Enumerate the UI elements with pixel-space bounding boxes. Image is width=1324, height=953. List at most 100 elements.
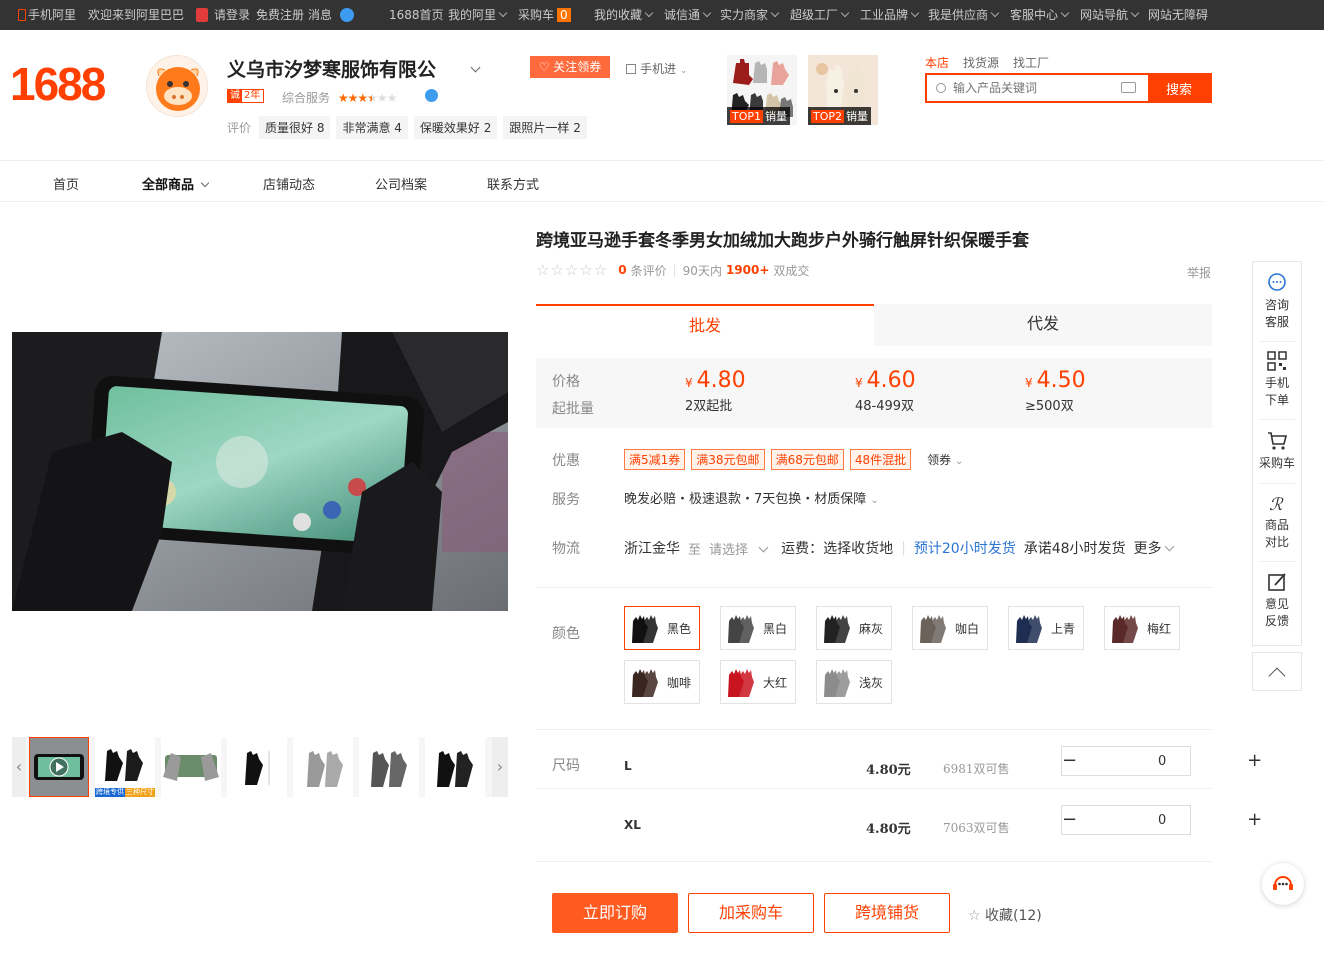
accessible-link[interactable]: 网站无障碍: [1148, 8, 1208, 22]
chat-float-button[interactable]: [1262, 863, 1304, 905]
nav-news[interactable]: 店铺动态: [263, 174, 315, 193]
follow-coupon-button[interactable]: ♡ 关注领券: [530, 56, 610, 78]
service-center-menu[interactable]: 客服中心: [1010, 8, 1068, 22]
mobile-ali-link[interactable]: 手机阿里: [18, 8, 76, 22]
report-link[interactable]: 举报: [1187, 264, 1211, 281]
plus-icon[interactable]: +: [1247, 806, 1262, 834]
search-tab-shop[interactable]: 本店: [925, 54, 949, 71]
destination-label: 请选择: [709, 542, 749, 558]
coupon-tag[interactable]: 满38元包邮: [691, 449, 765, 470]
next-arrow-icon[interactable]: ›: [492, 737, 508, 797]
plus-icon[interactable]: +: [1247, 747, 1262, 775]
sidebar-feedback[interactable]: 意见 反馈: [1253, 571, 1301, 630]
thumbnail[interactable]: 跨境专供 三种尺寸: [95, 737, 155, 797]
more-dropdown[interactable]: 更多: [1134, 538, 1175, 558]
thumbnail-video[interactable]: [29, 737, 89, 797]
tier-qty: ≥500双: [1025, 399, 1074, 414]
size-stock: 7063双可售: [943, 821, 1010, 835]
empty-stars-icon: ☆☆☆☆☆: [536, 261, 609, 279]
search-input[interactable]: [927, 75, 1148, 101]
verified-icon: [425, 89, 438, 102]
color-option[interactable]: 咖啡: [624, 660, 700, 704]
destination-select[interactable]: 请选择: [709, 539, 769, 558]
review-tag[interactable]: 保暖效果好 2: [413, 116, 498, 139]
cart-label: 采购车: [518, 8, 555, 22]
thumbnail[interactable]: [359, 737, 419, 797]
thumbnail[interactable]: [293, 737, 353, 797]
color-option[interactable]: 梅红: [1104, 606, 1180, 650]
tab-wholesale[interactable]: 批发: [536, 304, 874, 346]
favorites-menu[interactable]: 我的收藏: [594, 8, 652, 22]
review-tag[interactable]: 跟照片一样 2: [503, 116, 587, 139]
search-tab-factory[interactable]: 找工厂: [1013, 54, 1049, 71]
color-option[interactable]: 黑白: [720, 606, 796, 650]
phone-icon: [18, 9, 26, 21]
review-tag[interactable]: 质量很好 8: [259, 116, 331, 139]
divider: [1259, 561, 1295, 562]
main-product-image[interactable]: [12, 332, 508, 611]
color-option[interactable]: 麻灰: [816, 606, 892, 650]
login-link[interactable]: 请登录: [214, 8, 250, 22]
quantity-input[interactable]: [1077, 753, 1248, 769]
service-guarantees[interactable]: 晚发必赔・极速退款・7天包换・材质保障 ⌄: [624, 488, 879, 507]
my-ali-menu[interactable]: 我的阿里: [448, 8, 506, 22]
shop-name[interactable]: 义乌市汐梦寒服饰有限公: [227, 55, 481, 82]
sidebar-cart[interactable]: 采购车: [1253, 430, 1301, 472]
nav-all-products[interactable]: 全部商品: [142, 174, 210, 193]
color-option[interactable]: 上青: [1008, 606, 1084, 650]
sidebar-consult[interactable]: 咨询 客服: [1253, 272, 1301, 331]
cart-link[interactable]: 采购车 0: [518, 8, 571, 22]
site-nav-menu[interactable]: 网站导航: [1080, 8, 1138, 22]
minus-icon[interactable]: −: [1062, 806, 1077, 834]
coupon-tag[interactable]: 满5减1券: [624, 449, 686, 470]
camera-icon[interactable]: [1121, 82, 1136, 93]
color-option[interactable]: 咖白: [912, 606, 988, 650]
top2-product[interactable]: TOP2 销量: [808, 55, 878, 125]
divider: [536, 788, 1212, 789]
nav-home[interactable]: 首页: [53, 174, 79, 193]
color-name: 咖啡: [667, 675, 692, 690]
search-tab-source[interactable]: 找货源: [963, 54, 999, 71]
search-button[interactable]: 搜索: [1148, 75, 1210, 101]
back-to-top-button[interactable]: [1252, 652, 1302, 691]
tab-dropship[interactable]: 代发: [874, 304, 1212, 346]
industrial-brand-menu[interactable]: 工业品牌: [860, 8, 918, 22]
super-factory-menu[interactable]: 超级工厂: [790, 8, 848, 22]
nav-company[interactable]: 公司档案: [375, 174, 427, 193]
prev-arrow-icon[interactable]: ‹: [12, 737, 26, 797]
minus-icon[interactable]: −: [1062, 747, 1077, 775]
sidebar-mobile-order[interactable]: 手机 下单: [1253, 350, 1301, 409]
chevron-up-icon: [1268, 667, 1286, 685]
thumbnail[interactable]: [227, 737, 287, 797]
register-link[interactable]: 免费注册: [256, 8, 304, 22]
thumbnail[interactable]: [425, 737, 485, 797]
color-option[interactable]: 浅灰: [816, 660, 892, 704]
messages-link[interactable]: 消息: [308, 8, 332, 22]
buy-now-button[interactable]: 立即订购: [552, 893, 678, 933]
favorite-label: 收藏(12): [985, 908, 1042, 924]
supplier-menu[interactable]: 我是供应商: [928, 8, 998, 22]
home-link[interactable]: 1688首页: [389, 8, 444, 22]
coupon-tag[interactable]: 48件混批: [849, 449, 912, 470]
color-option[interactable]: 大红: [720, 660, 796, 704]
trust-menu[interactable]: 诚信通: [664, 8, 710, 22]
favorite-button[interactable]: ☆ 收藏(12): [968, 905, 1042, 925]
qrcode-icon: [626, 64, 636, 74]
get-coupon-dropdown[interactable]: 领券 ⌄: [927, 451, 963, 468]
logo[interactable]: 1688: [10, 58, 106, 110]
power-merchant-menu[interactable]: 实力商家: [720, 8, 778, 22]
quantity-input[interactable]: [1077, 812, 1248, 828]
review-tag[interactable]: 非常满意 4: [336, 116, 408, 139]
color-option[interactable]: 黑色: [624, 606, 700, 650]
nav-contact[interactable]: 联系方式: [487, 174, 539, 193]
add-to-cart-button[interactable]: 加采购车: [688, 893, 814, 933]
top1-product[interactable]: TOP1 销量: [727, 55, 797, 125]
coupon-tag[interactable]: 满68元包邮: [770, 449, 844, 470]
review-label[interactable]: 条评价: [631, 262, 667, 279]
mobile-enter[interactable]: 手机进 ⌄: [626, 60, 687, 77]
glove-icon: [632, 615, 658, 643]
sidebar-compare[interactable]: ℛ 商品 对比: [1253, 492, 1301, 551]
cross-border-button[interactable]: 跨境铺货: [824, 893, 950, 933]
chevron-down-icon[interactable]: [470, 62, 481, 73]
thumbnail[interactable]: [161, 737, 221, 797]
